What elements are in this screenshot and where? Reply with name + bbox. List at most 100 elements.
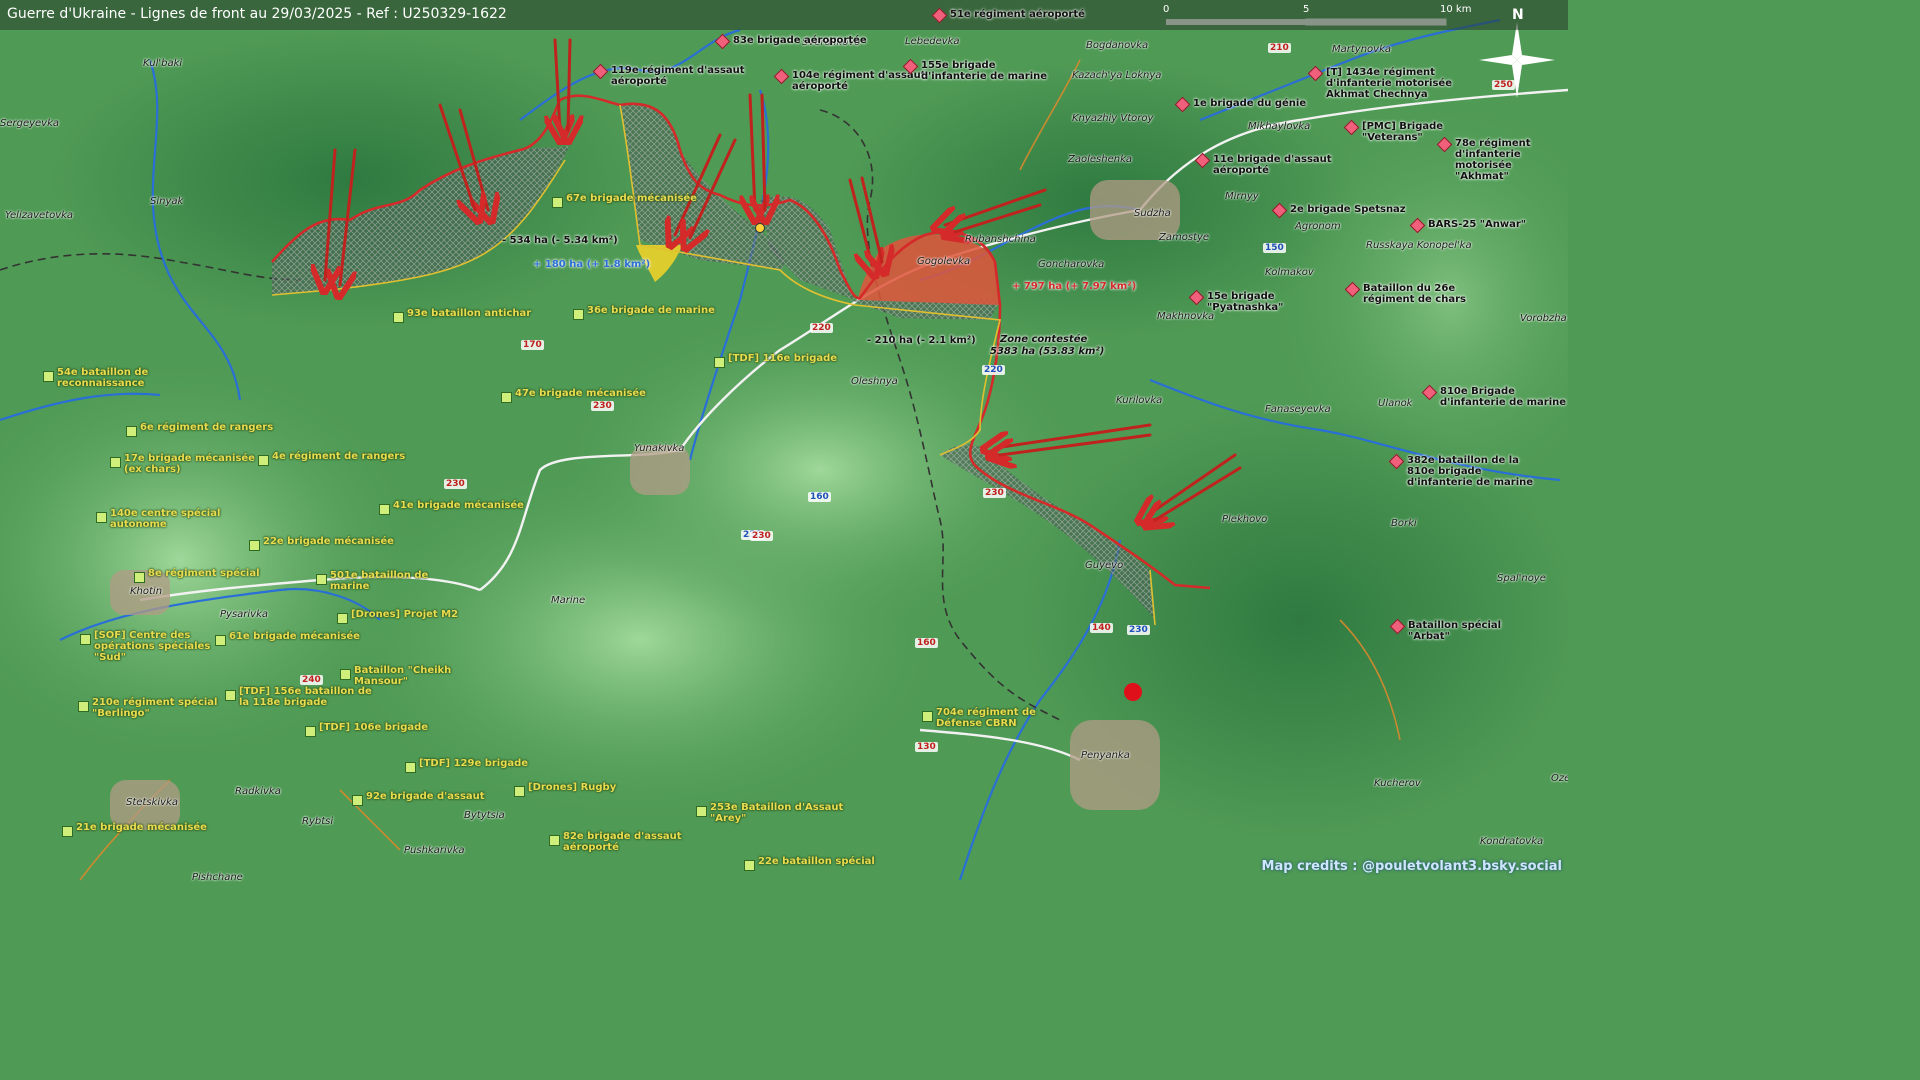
area-change-label: + 797 ha (+ 7.97 km²) [1012, 281, 1137, 292]
place-label: Kul'baki [143, 58, 183, 69]
ukraine-unit-icon [744, 860, 755, 871]
russia-unit-label: 78e régiment d'infanterie motorisée "Akh… [1455, 138, 1531, 182]
place-label: Pishchane [192, 872, 243, 882]
place-label: Plekhovo [1222, 514, 1268, 525]
place-label: Agronom [1295, 221, 1341, 232]
place-label: Kolmakov [1265, 267, 1314, 278]
place-label: Mirnyy [1225, 191, 1259, 202]
place-label: Yunakivka [634, 443, 685, 454]
ukraine-unit-icon [62, 826, 73, 837]
road-number-badge: 230 [983, 488, 1006, 498]
place-label: Kucherov [1374, 778, 1421, 789]
road-number-badge: 170 [521, 340, 544, 350]
ukraine-unit-label: 704e régiment de Défense CBRN [936, 707, 1036, 729]
place-label: Guyevo [1085, 560, 1124, 571]
scale-label-zero: 0 [1163, 4, 1170, 15]
ukraine-unit-label: 210e régiment spécial "Berlingo" [92, 697, 218, 719]
russia-unit-label: 810e Brigade d'infanterie de marine [1440, 386, 1567, 408]
ukraine-unit-icon [78, 701, 89, 712]
place-label: Penyanka [1081, 750, 1130, 761]
road-number-badge: 230 [444, 479, 467, 489]
ukraine-unit-label: [TDF] 116e brigade [728, 353, 838, 364]
place-label: Gogolevka [917, 256, 971, 267]
road-number-badge: 210 [1268, 43, 1291, 53]
ukraine-unit-icon [379, 504, 390, 515]
place-label: Pushkarivka [404, 845, 465, 856]
ukraine-unit-label: 47e brigade mécanisée [515, 388, 646, 399]
ukraine-unit-icon [549, 835, 560, 846]
place-label: Mikhaylovka [1248, 121, 1311, 132]
ukraine-unit-icon [922, 711, 933, 722]
place-label: Bogdanovka [1086, 40, 1149, 51]
ukraine-unit-label: 501e bataillon de marine [330, 570, 429, 592]
map[interactable]: Guerre d'Ukraine - Lignes de front au 29… [0, 0, 1568, 882]
ukraine-unit-label: 93e bataillon antichar [407, 308, 532, 319]
road-number-badge: 140 [1090, 623, 1113, 633]
road-number-badge: 150 [1263, 243, 1286, 253]
place-label: Zaoleshenka [1068, 154, 1132, 165]
ukraine-unit-label: 8e régiment spécial [148, 568, 260, 579]
ukraine-unit-label: 61e brigade mécanisée [229, 631, 360, 642]
place-label: Rubanshchina [965, 234, 1036, 245]
place-label: Sinyak [150, 196, 184, 207]
road-number-badge: 230 [1127, 625, 1150, 635]
place-label: Kurilovka [1116, 395, 1163, 406]
road-number-badge: 250 [1492, 80, 1515, 90]
ukraine-unit-label: 22e bataillon spécial [758, 856, 875, 867]
ukraine-unit-icon [573, 309, 584, 320]
place-label: Marine [551, 595, 586, 606]
place-label: Zamostye [1159, 232, 1210, 243]
russia-unit-label: Bataillon spécial "Arbat" [1408, 620, 1502, 642]
place-label: Khotin [130, 586, 163, 597]
scale-label-mid: 5 [1303, 4, 1310, 15]
ukraine-unit-label: Bataillon "Cheikh Mansour" [354, 665, 452, 687]
russia-unit-label: [T] 1434e régiment d'infanterie motorisé… [1326, 67, 1452, 100]
ukraine-unit-icon [126, 426, 137, 437]
place-label: Martynovka [1332, 44, 1391, 55]
scale-label-end: 10 km [1440, 4, 1472, 15]
ukraine-unit-icon [393, 312, 404, 323]
russia-unit-label: 15e brigade "Pyatnashka" [1207, 291, 1284, 313]
place-label: Bytytsia [464, 810, 505, 821]
place-label: Fanaseyevka [1265, 404, 1331, 415]
russia-unit-label: 155e brigade d'infanterie de marine [921, 60, 1048, 82]
place-label: Makhnovka [1157, 311, 1215, 322]
ukraine-unit-label: 67e brigade mécanisée [566, 193, 697, 204]
place-label: Stetskivka [126, 797, 178, 808]
place-label: Kazach'ya Loknya [1072, 70, 1162, 81]
ukraine-unit-icon [696, 806, 707, 817]
ukraine-unit-icon [352, 795, 363, 806]
area-change-label: Zone contestée [1000, 334, 1088, 345]
area-change-label: - 210 ha (- 2.1 km²) [867, 335, 976, 346]
place-label: Vorobzha [1520, 313, 1567, 324]
ukraine-unit-icon [215, 635, 226, 646]
ukraine-unit-label: 82e brigade d'assaut aéroporté [563, 831, 682, 853]
place-label: Lebedevka [905, 36, 960, 47]
russia-unit-label: Bataillon du 26e régiment de chars [1363, 283, 1466, 305]
north-label: N [1512, 7, 1524, 23]
ukraine-unit-icon [714, 357, 725, 368]
ukraine-unit-label: 92e brigade d'assaut [366, 791, 485, 802]
place-label: Oleshnya [851, 376, 898, 387]
yellow-marker [755, 223, 765, 233]
ukraine-unit-icon [96, 512, 107, 523]
road-number-badge: 230 [591, 401, 614, 411]
ukraine-unit-icon [80, 634, 91, 645]
russia-unit-label: 83e brigade aéroportée [733, 35, 867, 46]
ukraine-unit-label: [Drones] Rugby [528, 782, 617, 793]
ukraine-unit-label: [Drones] Projet M2 [351, 609, 459, 620]
map-canvas[interactable] [0, 0, 1568, 882]
place-label: Kondratovka [1480, 836, 1544, 847]
red-marker [1124, 683, 1142, 701]
area-change-label: + 180 ha (+ 1.8 km²) [533, 259, 651, 270]
ukraine-unit-icon [337, 613, 348, 624]
ukraine-unit-label: [TDF] 129e brigade [419, 758, 529, 769]
russia-unit-label: 11e brigade d'assaut aéroporté [1213, 154, 1332, 176]
map-credits[interactable]: Map credits : @pouletvolant3.bsky.social [1262, 859, 1562, 874]
road-number-badge: 130 [915, 742, 938, 752]
ukraine-unit-label: [SOF] Centre des opérations spéciales "S… [94, 630, 211, 663]
russia-unit-label: 382e bataillon de la 810e brigade d'infa… [1407, 455, 1534, 488]
russia-unit-label: 2e brigade Spetsnaz [1290, 204, 1406, 215]
ukraine-unit-label: 41e brigade mécanisée [393, 500, 524, 511]
place-label: Radkivka [235, 786, 281, 797]
